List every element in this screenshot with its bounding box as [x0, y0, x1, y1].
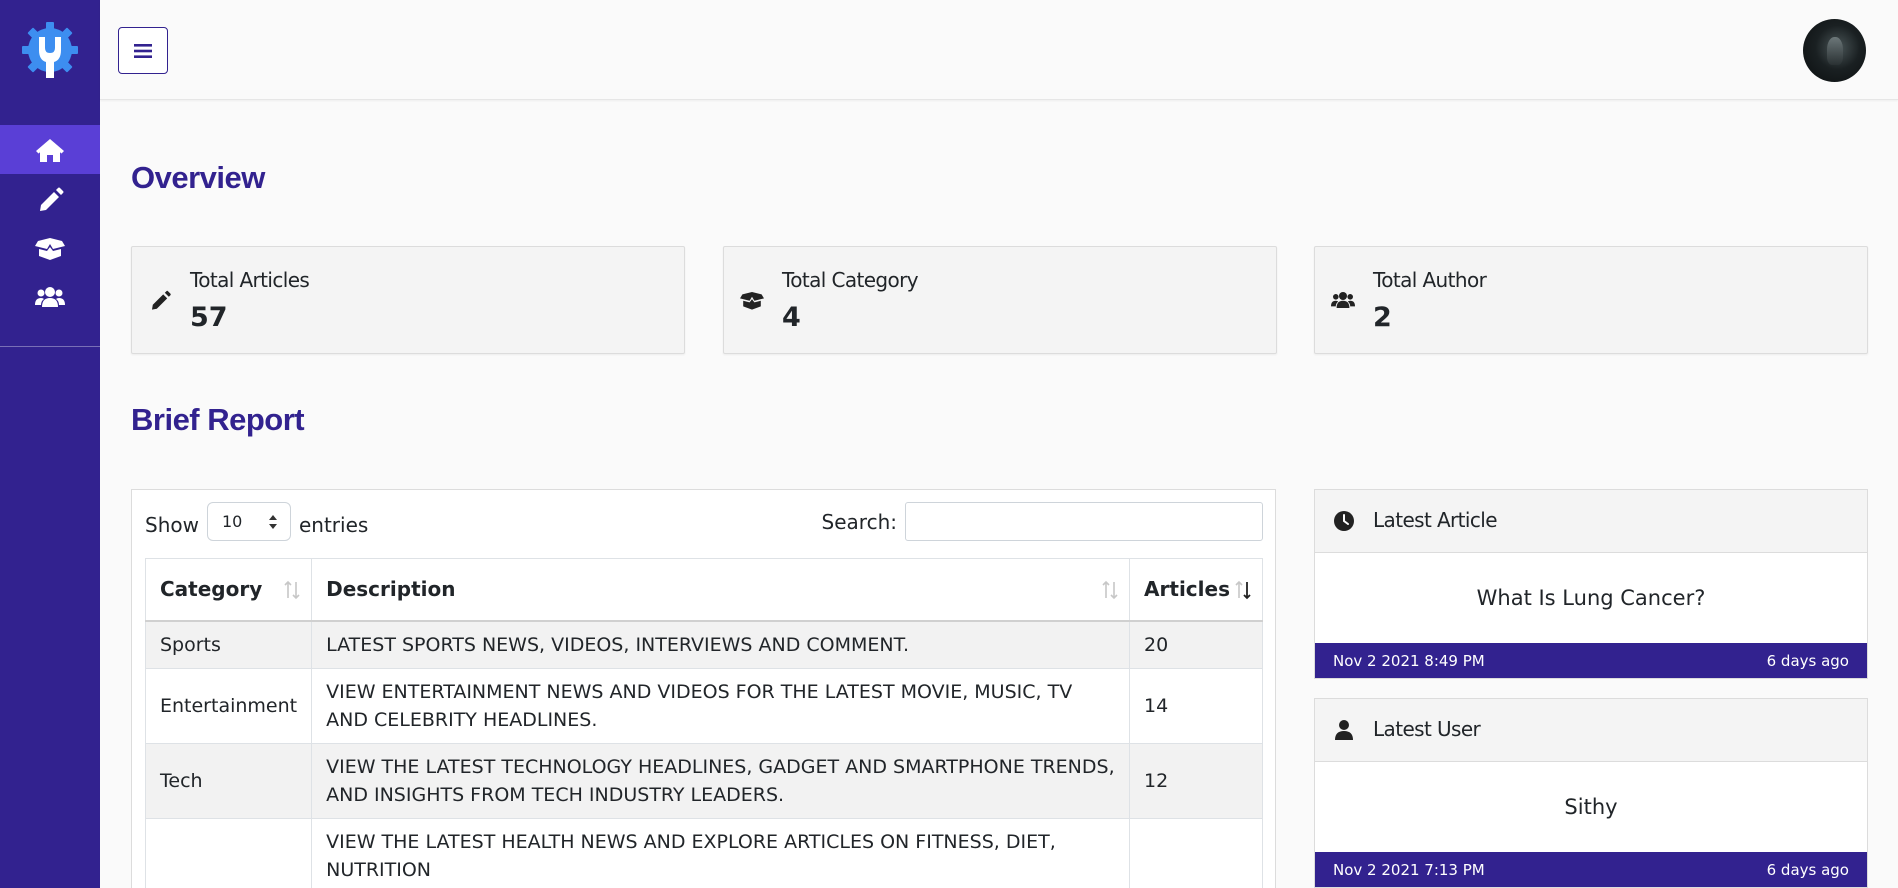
table-row: Entertainment VIEW ENTERTAINMENT NEWS AN… — [144, 667, 1263, 744]
stat-value: 2 — [1373, 302, 1392, 333]
table-controls: Show 10 entries Search: — [145, 502, 1263, 542]
entries-length-control: Show 10 entries — [145, 502, 369, 541]
clock-icon — [1334, 511, 1354, 531]
stat-card-articles: Total Articles 57 — [131, 246, 685, 354]
entries-select-value: 10 — [221, 512, 243, 531]
column-header-description[interactable]: Description — [311, 558, 1131, 622]
select-arrows-icon — [268, 515, 277, 529]
users-icon — [1331, 289, 1355, 311]
stat-label: Total Author — [1373, 268, 1487, 292]
sort-icon — [284, 580, 300, 600]
sort-icon — [1102, 580, 1118, 600]
cell-articles: 12 — [1129, 742, 1263, 819]
avatar[interactable] — [1803, 19, 1866, 82]
avatar-figure — [1827, 37, 1843, 65]
stat-label: Total Category — [782, 268, 919, 292]
search-label: Search: — [821, 509, 897, 534]
sidebar-item-categories[interactable] — [0, 223, 100, 272]
sidebar-item-home[interactable] — [0, 125, 100, 174]
show-label: Show — [145, 512, 199, 537]
users-icon — [35, 286, 65, 307]
topbar — [100, 0, 1898, 100]
table-header-row: Category Description Articles — [144, 558, 1263, 622]
logo-icon[interactable] — [20, 20, 80, 80]
cell-category — [144, 817, 313, 888]
cell-category: Sports — [144, 620, 313, 669]
card-footer: Nov 2 2021 7:13 PM 6 days ago — [1315, 852, 1867, 887]
table-row: Tech VIEW THE LATEST TECHNOLOGY HEADLINE… — [144, 742, 1263, 819]
user-icon — [1335, 720, 1353, 740]
latest-user-name[interactable]: Sithy — [1315, 762, 1867, 852]
card-title: Latest Article — [1373, 508, 1498, 532]
card-footer: Nov 2 2021 8:49 PM 6 days ago — [1315, 643, 1867, 678]
pencil-icon — [40, 187, 64, 211]
search-control: Search: — [822, 502, 1263, 541]
hamburger-icon — [134, 43, 152, 58]
stat-card-authors: Total Author 2 — [1314, 246, 1868, 354]
latest-article-name[interactable]: What Is Lung Cancer? — [1315, 553, 1867, 643]
report-table-panel: Show 10 entries Search: Category Descrip… — [131, 489, 1276, 888]
column-header-category[interactable]: Category — [144, 558, 313, 622]
card-title: Latest User — [1373, 717, 1481, 741]
cell-category: Tech — [144, 742, 313, 819]
cell-description: LATEST SPORTS NEWS, VIDEOS, INTERVIEWS A… — [311, 620, 1131, 669]
stat-card-categories: Total Category 4 — [723, 246, 1277, 354]
table-row: VIEW THE LATEST HEALTH NEWS AND EXPLORE … — [144, 817, 1263, 888]
cell-description: VIEW THE LATEST TECHNOLOGY HEADLINES, GA… — [311, 742, 1131, 819]
home-icon — [36, 138, 64, 162]
latest-user-date: Nov 2 2021 7:13 PM — [1333, 860, 1485, 879]
cell-category: Entertainment — [144, 667, 313, 744]
menu-toggle-button[interactable] — [118, 27, 168, 74]
table-row: Sports LATEST SPORTS NEWS, VIDEOS, INTER… — [144, 620, 1263, 669]
overview-title: Overview — [131, 160, 265, 195]
latest-article-ago: 6 days ago — [1766, 651, 1849, 670]
sidebar-divider — [0, 346, 100, 347]
entries-select[interactable]: 10 — [206, 502, 291, 541]
box-open-icon — [740, 289, 764, 311]
search-input[interactable] — [905, 502, 1263, 541]
report-table: Category Description Articles Sports LAT… — [144, 558, 1263, 888]
latest-user-card: Latest User Sithy Nov 2 2021 7:13 PM 6 d… — [1314, 698, 1868, 888]
pencil-icon — [148, 289, 172, 311]
sidebar-nav — [0, 125, 100, 321]
column-header-articles[interactable]: Articles — [1129, 558, 1263, 622]
card-header: Latest User — [1315, 699, 1867, 762]
latest-user-ago: 6 days ago — [1766, 860, 1849, 879]
cell-description: VIEW ENTERTAINMENT NEWS AND VIDEOS FOR T… — [311, 667, 1131, 744]
stat-value: 57 — [190, 302, 228, 333]
cell-articles: 14 — [1129, 667, 1263, 744]
sidebar — [0, 0, 100, 888]
brief-report-title: Brief Report — [131, 402, 305, 437]
box-open-icon — [35, 237, 65, 260]
stat-value: 4 — [782, 302, 801, 333]
sort-desc-icon — [1235, 580, 1251, 600]
cell-description: VIEW THE LATEST HEALTH NEWS AND EXPLORE … — [311, 817, 1131, 888]
latest-article-date: Nov 2 2021 8:49 PM — [1333, 651, 1485, 670]
latest-article-card: Latest Article What Is Lung Cancer? Nov … — [1314, 489, 1868, 679]
card-header: Latest Article — [1315, 490, 1867, 553]
sidebar-item-articles[interactable] — [0, 174, 100, 223]
cell-articles — [1129, 817, 1263, 888]
cell-articles: 20 — [1129, 620, 1263, 669]
entries-label: entries — [298, 512, 369, 537]
sidebar-item-authors[interactable] — [0, 272, 100, 321]
stat-label: Total Articles — [190, 268, 310, 292]
